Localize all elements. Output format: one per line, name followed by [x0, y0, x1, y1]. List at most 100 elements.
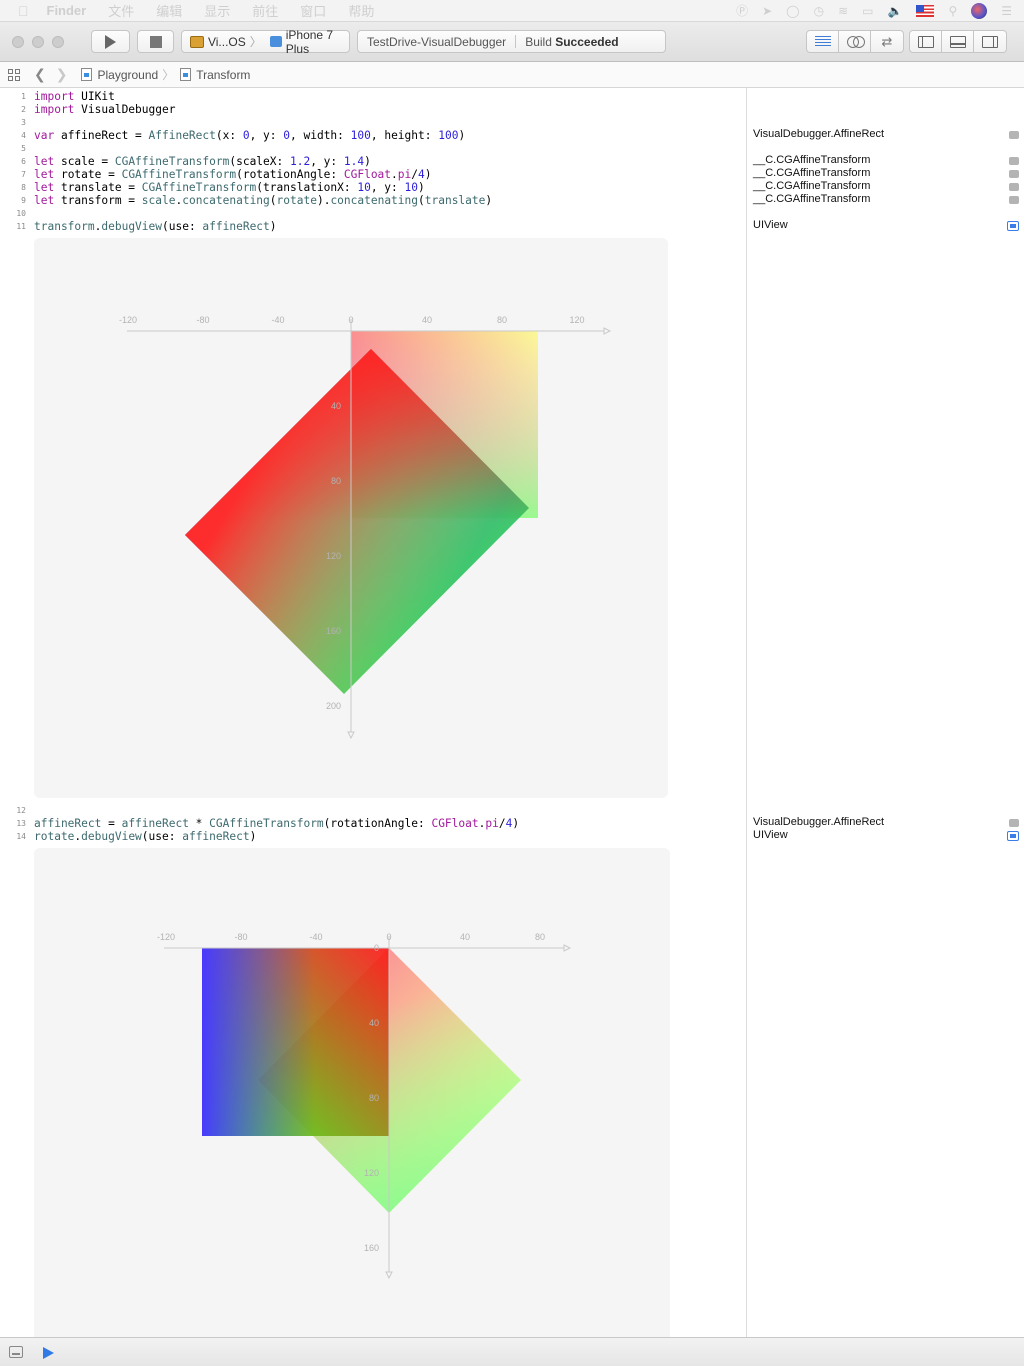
line-number: 8	[21, 183, 26, 192]
y-tick-label: 160	[364, 1243, 379, 1253]
version-editor-button[interactable]: ⇄	[871, 31, 903, 52]
result-line-14[interactable]: UIView	[753, 829, 788, 841]
quick-look-icon[interactable]	[1009, 131, 1019, 139]
result-line-4[interactable]: VisualDebugger.AffineRect	[753, 128, 884, 140]
assistant-editor-button[interactable]	[839, 31, 871, 52]
result-line-8[interactable]: __C.CGAffineTransform	[753, 180, 870, 192]
debug-view-rotate: -120 -80 -40 0 40 80 0 40 80 120 160	[34, 848, 670, 1337]
results-sidebar: VisualDebugger.AffineRect __C.CGAffineTr…	[746, 88, 1024, 1337]
breadcrumb-playground[interactable]: Playground	[97, 68, 158, 82]
y-tick-label: 160	[326, 626, 341, 636]
debug-area-toggle-button[interactable]	[942, 31, 974, 52]
code-line-6[interactable]: let scale = CGAffineTransform(scaleX: 1.…	[34, 155, 371, 168]
show-debug-area-icon[interactable]	[9, 1346, 23, 1358]
airplay-icon[interactable]: ▭	[862, 4, 873, 18]
menu-item-file[interactable]: 文件	[108, 1, 134, 20]
code-line-7[interactable]: let rotate = CGAffineTransform(rotationA…	[34, 168, 432, 181]
stop-icon	[149, 35, 162, 48]
inline-result-toggle-icon[interactable]	[1007, 221, 1019, 231]
line-number: 12	[16, 806, 26, 815]
x-tick-label: -80	[234, 932, 247, 942]
swift-file-icon	[180, 68, 192, 81]
result-line-11[interactable]: UIView	[753, 219, 788, 231]
zoom-window-button[interactable]	[52, 36, 64, 48]
jump-bar: ❮ ❯ Playground 〉 Transform	[0, 62, 1024, 88]
y-tick-label: 200	[326, 701, 341, 711]
code-line-14[interactable]: rotate.debugView(use: affineRect)	[34, 830, 256, 843]
code-line-11[interactable]: transform.debugView(use: affineRect)	[34, 220, 277, 233]
window-toolbar: Vi...OS 〉 iPhone 7 Plus TestDrive-Visual…	[0, 22, 1024, 62]
code-line-2[interactable]: import VisualDebugger	[34, 103, 175, 116]
spotlight-icon[interactable]: ⚲	[948, 4, 957, 18]
close-window-button[interactable]	[12, 36, 24, 48]
input-source-flag-icon[interactable]	[916, 4, 935, 17]
dash-icon[interactable]: Ⓟ	[736, 2, 748, 19]
siri-icon[interactable]	[971, 2, 988, 19]
menu-item-help[interactable]: 帮助	[348, 1, 374, 20]
forward-arrow-icon[interactable]: ❯	[56, 66, 68, 83]
quick-look-icon[interactable]	[1009, 196, 1019, 204]
sync-icon[interactable]: ◯	[786, 4, 799, 18]
line-number: 1	[21, 92, 26, 101]
navigator-toggle-button[interactable]	[910, 31, 942, 52]
x-tick-label: -120	[119, 315, 137, 325]
line-number: 2	[21, 105, 26, 114]
breadcrumb-separator-icon: 〉	[162, 68, 175, 82]
result-line-9[interactable]: __C.CGAffineTransform	[753, 193, 870, 205]
run-button[interactable]	[91, 30, 130, 53]
quick-look-icon[interactable]	[1009, 819, 1019, 827]
code-line-4[interactable]: var affineRect = AffineRect(x: 0, y: 0, …	[34, 129, 465, 142]
source-editor[interactable]: 1 2 3 4 5 6 7 8 9 10 11 12 13 14 import …	[0, 88, 746, 1337]
wifi-icon[interactable]: ≋	[838, 4, 848, 18]
standard-editor-button[interactable]	[807, 31, 839, 52]
x-tick-label: 120	[569, 315, 584, 325]
code-line-9[interactable]: let transform = scale.concatenating(rota…	[34, 194, 492, 207]
result-line-6[interactable]: __C.CGAffineTransform	[753, 154, 870, 166]
assistant-editor-icon	[846, 35, 865, 48]
x-tick-label: 0	[348, 315, 353, 325]
transform-debug-canvas: -120 -80 -40 0 40 80 120 40 80 120 160 2…	[119, 315, 612, 740]
inline-result-toggle-icon[interactable]	[1007, 831, 1019, 841]
briefcase-icon	[190, 35, 204, 48]
stop-button[interactable]	[137, 30, 174, 53]
line-number: 4	[21, 131, 26, 140]
notification-center-icon[interactable]: ☰	[1001, 4, 1012, 18]
back-arrow-icon[interactable]: ❮	[34, 66, 46, 83]
code-line-1[interactable]: import UIKit	[34, 90, 115, 103]
editor-mode-control: ⇄	[806, 30, 904, 53]
line-number: 6	[21, 157, 26, 166]
quick-look-icon[interactable]	[1009, 170, 1019, 178]
activity-viewer: TestDrive-VisualDebugger Build Succeeded	[357, 30, 666, 53]
menu-item-view[interactable]: 显示	[204, 1, 230, 20]
x-tick-label: -40	[271, 315, 284, 325]
apple-menu-icon[interactable]: 	[18, 3, 29, 19]
menu-app-name[interactable]: Finder	[47, 3, 87, 18]
breadcrumb-transform[interactable]: Transform	[196, 68, 250, 82]
line-number: 7	[21, 170, 26, 179]
utilities-toggle-button[interactable]	[974, 31, 1006, 52]
menu-item-window[interactable]: 窗口	[300, 1, 326, 20]
quick-look-icon[interactable]	[1009, 157, 1019, 165]
rotate-debug-canvas: -120 -80 -40 0 40 80 0 40 80 120 160	[157, 932, 572, 1280]
related-items-icon[interactable]	[8, 68, 20, 81]
menu-item-go[interactable]: 前往	[252, 1, 278, 20]
code-line-8[interactable]: let translate = CGAffineTransform(transl…	[34, 181, 425, 194]
send-icon[interactable]: ➤	[762, 4, 772, 18]
x-tick-label: 40	[422, 315, 432, 325]
minimize-window-button[interactable]	[32, 36, 44, 48]
volume-icon[interactable]: 🔈	[887, 4, 902, 18]
debug-view-transform: -120 -80 -40 0 40 80 120 40 80 120 160 2…	[34, 238, 668, 798]
y-axis-arrow-icon	[347, 731, 355, 740]
y-tick-label: 80	[369, 1093, 379, 1103]
scheme-selector[interactable]: Vi...OS 〉 iPhone 7 Plus	[181, 28, 350, 56]
result-line-13[interactable]: VisualDebugger.AffineRect	[753, 816, 884, 828]
result-line-7[interactable]: __C.CGAffineTransform	[753, 167, 870, 179]
clock-icon[interactable]: ◷	[814, 4, 824, 18]
code-line-13[interactable]: affineRect = affineRect * CGAffineTransf…	[34, 817, 519, 830]
line-number: 5	[21, 144, 26, 153]
activity-status: Succeeded	[555, 34, 619, 49]
execute-playground-icon[interactable]	[43, 1347, 54, 1359]
menu-item-edit[interactable]: 编辑	[156, 1, 182, 20]
y-tick-label: 40	[369, 1018, 379, 1028]
quick-look-icon[interactable]	[1009, 183, 1019, 191]
